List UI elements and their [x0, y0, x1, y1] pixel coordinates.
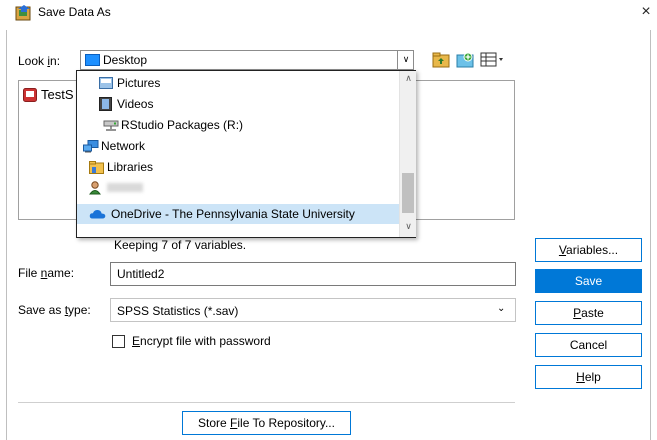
- paste-button[interactable]: Paste: [535, 301, 642, 325]
- save-as-type-value: SPSS Statistics (*.sav): [117, 304, 239, 318]
- title-bar: Save Data As ×: [0, 0, 657, 30]
- up-one-level-icon[interactable]: [432, 51, 450, 68]
- window-title: Save Data As: [38, 5, 111, 19]
- onedrive-cloud-icon: [89, 209, 106, 219]
- view-menu-icon[interactable]: [480, 51, 506, 68]
- look-in-label: Look in:: [18, 54, 61, 68]
- dropdown-item-network[interactable]: Network: [77, 136, 399, 156]
- save-as-type-select[interactable]: SPSS Statistics (*.sav) ⌄: [110, 298, 516, 322]
- dropdown-item-label: Libraries: [107, 160, 154, 174]
- save-as-type-label: Save as type:: [18, 303, 91, 317]
- dropdown-item-label: Network: [101, 139, 146, 153]
- dropdown-item-label: Pictures: [117, 76, 161, 90]
- save-button[interactable]: Save: [535, 269, 642, 293]
- redacted-username: [107, 183, 143, 192]
- dropdown-item-rstudio-packages[interactable]: RStudio Packages (R:): [77, 115, 399, 135]
- dropdown-item-label: OneDrive - The Pennsylvania State Univer…: [111, 207, 355, 221]
- chevron-down-icon[interactable]: ∨: [397, 51, 414, 69]
- dropdown-item-label: RStudio Packages (R:): [121, 118, 244, 132]
- look-in-dropdown-list[interactable]: Pictures Videos RStudio Packages (R:) Ne…: [76, 70, 416, 238]
- file-name-input[interactable]: [110, 262, 516, 286]
- desktop-icon: [85, 54, 100, 66]
- dropdown-item-videos[interactable]: Videos: [77, 94, 399, 114]
- divider: [18, 402, 515, 403]
- close-icon[interactable]: ×: [637, 2, 655, 22]
- save-dialog-app-icon: [15, 5, 31, 21]
- variables-status-text: Keeping 7 of 7 variables.: [114, 238, 247, 252]
- new-folder-icon[interactable]: [456, 51, 474, 68]
- dropdown-item-libraries[interactable]: Libraries: [77, 157, 399, 177]
- look-in-value: Desktop: [103, 53, 148, 67]
- dropdown-item-pictures[interactable]: Pictures: [77, 73, 399, 93]
- list-item[interactable]: TestS: [19, 81, 79, 105]
- spss-file-icon: [23, 88, 37, 102]
- scroll-down-icon[interactable]: ∨: [400, 221, 417, 235]
- scrollbar-thumb[interactable]: [402, 173, 414, 213]
- dropdown-item-onedrive[interactable]: OneDrive - The Pennsylvania State Univer…: [77, 204, 399, 224]
- help-button[interactable]: Help: [535, 365, 642, 389]
- network-drive-icon: [103, 120, 119, 131]
- videos-folder-icon: [99, 97, 112, 111]
- network-icon: [83, 140, 99, 153]
- window-left-border: [6, 30, 7, 440]
- window-right-border: [650, 30, 651, 440]
- scroll-up-icon[interactable]: ∧: [400, 73, 417, 87]
- file-name-label: File name:: [18, 266, 75, 280]
- encrypt-checkbox[interactable]: [112, 335, 125, 348]
- dropdown-item-label: Videos: [117, 97, 154, 111]
- cancel-button[interactable]: Cancel: [535, 333, 642, 357]
- dropdown-item-user[interactable]: [77, 178, 399, 198]
- look-in-combobox[interactable]: Desktop ∨: [80, 50, 414, 70]
- file-name: TestS: [41, 87, 74, 102]
- dropdown-scrollbar[interactable]: ∧ ∨: [399, 71, 416, 237]
- chevron-down-icon[interactable]: ⌄: [497, 303, 505, 314]
- user-folder-icon: [89, 181, 101, 195]
- variables-button[interactable]: Variables...: [535, 238, 642, 262]
- encrypt-label[interactable]: Encrypt file with password: [132, 334, 271, 348]
- store-file-to-repository-button[interactable]: Store File To Repository...: [182, 411, 351, 435]
- pictures-folder-icon: [99, 77, 113, 89]
- libraries-folder-icon: [89, 161, 104, 174]
